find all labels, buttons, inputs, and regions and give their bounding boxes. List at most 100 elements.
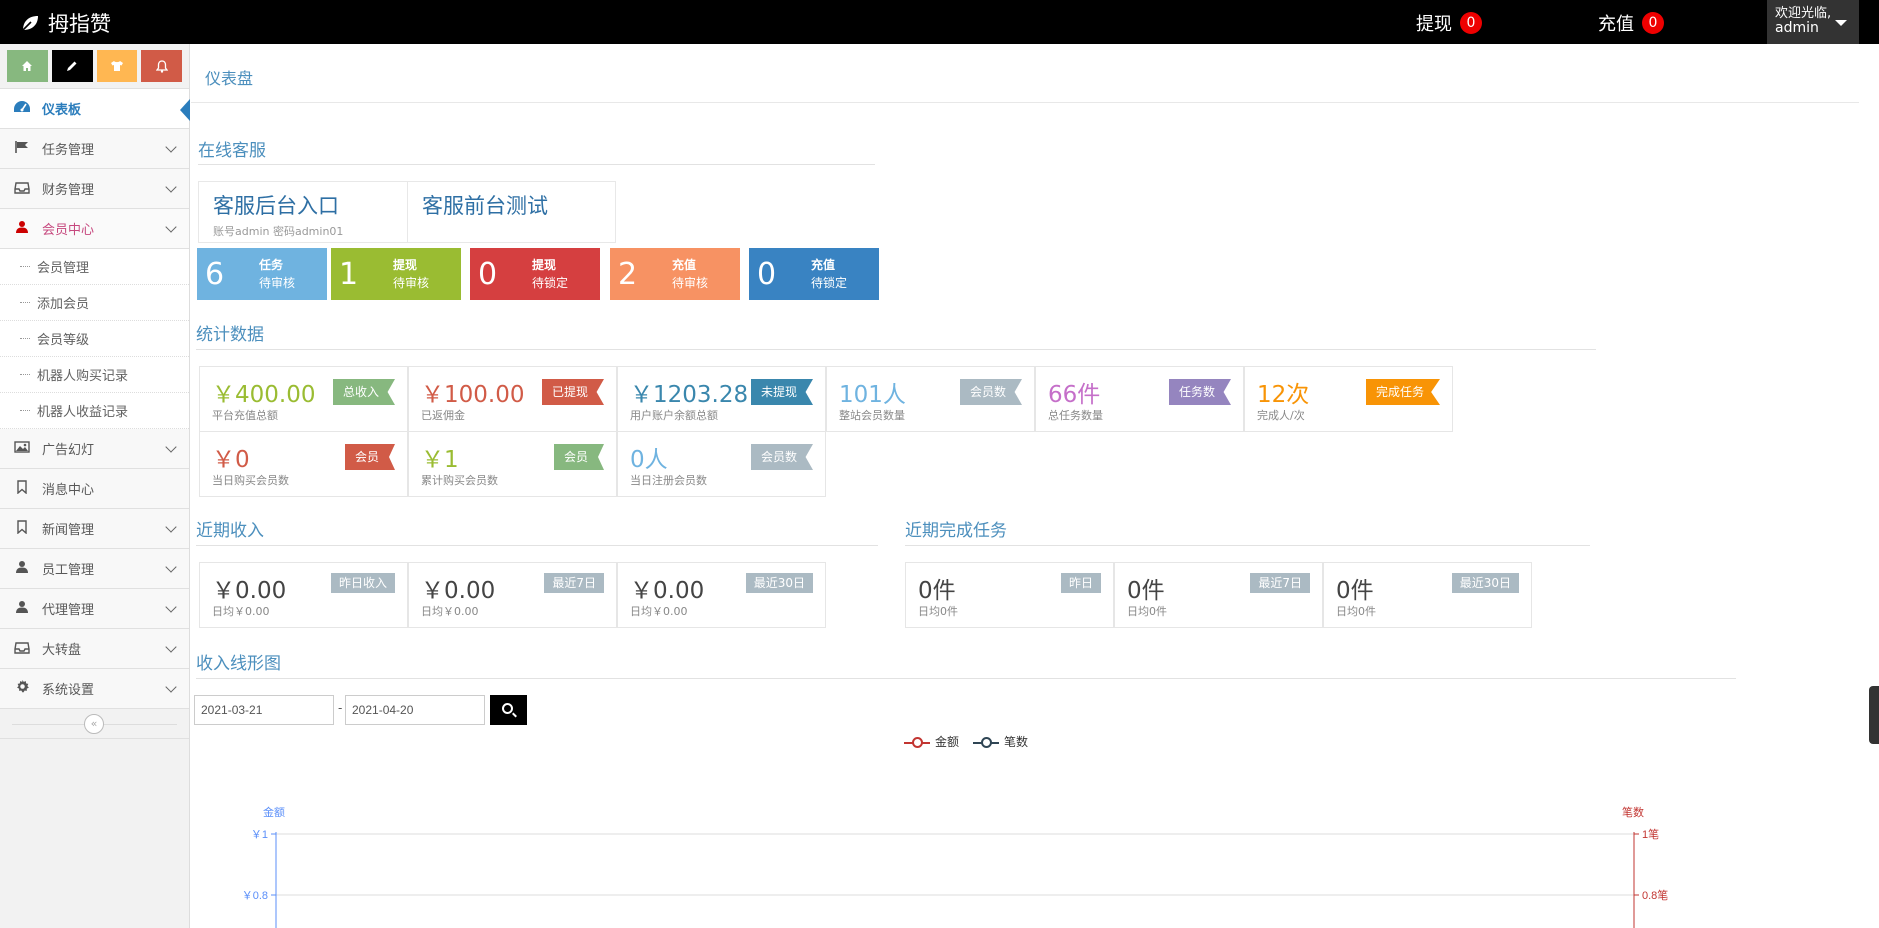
picture-icon <box>12 440 32 458</box>
user-menu[interactable]: 欢迎光临, admin <box>1767 0 1859 44</box>
brand-name: 拇指赞 <box>48 12 111 36</box>
date-from-input[interactable] <box>194 695 334 725</box>
shortcut-pencil[interactable] <box>51 50 93 82</box>
stat-label: 日均￥0.00 <box>421 605 479 618</box>
sidebar-item-settings[interactable]: 系统设置 <box>0 669 189 709</box>
legend-label: 金额 <box>935 735 960 749</box>
box-label: 充值 <box>811 258 836 272</box>
collapse-sidebar-button[interactable]: « <box>84 714 104 734</box>
cs-admin-title: 客服后台入口 <box>213 194 339 218</box>
stat-label: 完成人/次 <box>1257 409 1305 422</box>
sidebar-item-messages[interactable]: 消息中心 <box>0 469 189 509</box>
stat-label: 累计购买会员数 <box>421 474 498 487</box>
breadcrumb[interactable]: 仪表盘 <box>205 65 253 89</box>
search-icon <box>502 703 513 714</box>
stat-label: 已返佣金 <box>421 409 465 422</box>
pending-withdraw-box[interactable]: 1 提现 待审核 <box>331 248 461 300</box>
box-number: 0 <box>478 256 498 292</box>
date-separator: - <box>338 701 343 715</box>
sidebar-subitem-member-manage[interactable]: 会员管理 <box>0 249 189 285</box>
date-to-input[interactable] <box>345 695 485 725</box>
bookmark-icon <box>12 519 32 538</box>
stat-value: ￥1203.28 <box>630 382 749 408</box>
pending-tasks-box[interactable]: 6 任务 待审核 <box>197 248 327 300</box>
sidebar-item-wheel[interactable]: 大转盘 <box>0 629 189 669</box>
sidebar-item-label: 广告幻灯 <box>42 443 95 458</box>
chevron-down-icon <box>165 561 177 573</box>
stat-tag: 会员 <box>344 444 395 470</box>
bell-icon <box>155 59 168 73</box>
stat-value: 0件 <box>918 578 956 604</box>
cs-admin-box[interactable]: 客服后台入口 账号admin 密码admin01 <box>198 181 408 243</box>
stat-tag: 最近30日 <box>1451 573 1519 593</box>
legend-label: 笔数 <box>1004 735 1029 749</box>
sidebar-subitem-robot-income[interactable]: 机器人收益记录 <box>0 393 189 429</box>
sidebar: 仪表板 任务管理 财务管理 会员中心 会员管理 添加会员 会员等级 机器人购买记… <box>0 44 190 928</box>
side-widget-handle[interactable] <box>1869 686 1879 744</box>
sidebar-item-dashboard[interactable]: 仪表板 <box>0 89 190 129</box>
line-chart: ￥1￥0.8￥0.61笔0.8笔0.6笔 <box>242 827 1668 928</box>
chevron-down-icon <box>165 641 177 653</box>
stat-label: 总任务数量 <box>1048 409 1103 422</box>
sidebar-item-news[interactable]: 新闻管理 <box>0 509 189 549</box>
legend-line-icon <box>904 736 930 748</box>
sidebar-subitem-member-level[interactable]: 会员等级 <box>0 321 189 357</box>
income-30days: ￥0.00 日均￥0.00 最近30日 <box>617 562 826 628</box>
stat-value: ￥0.00 <box>630 578 705 604</box>
sidebar-item-label: 会员中心 <box>42 223 95 238</box>
sidebar-item-tasks[interactable]: 任务管理 <box>0 129 189 169</box>
sidebar-item-agents[interactable]: 代理管理 <box>0 589 189 629</box>
sidebar-subitem-add-member[interactable]: 添加会员 <box>0 285 189 321</box>
stat-label: 用户账户余额总额 <box>630 409 718 422</box>
user-icon <box>12 220 32 238</box>
divider <box>196 349 1596 350</box>
divider <box>196 678 1736 679</box>
box-sublabel: 待锁定 <box>811 276 848 290</box>
stat-tag: 会员数 <box>750 444 813 470</box>
sidebar-item-label: 大转盘 <box>42 643 82 658</box>
withdraw-badge: 0 <box>1460 12 1482 34</box>
stat-today-register: 0人 当日注册会员数 会员数 <box>617 431 826 497</box>
recharge-badge: 0 <box>1642 12 1664 34</box>
locked-recharge-box[interactable]: 0 充值 待锁定 <box>749 248 879 300</box>
sidebar-item-finance[interactable]: 财务管理 <box>0 169 189 209</box>
sidebar-subitem-robot-purchase[interactable]: 机器人购买记录 <box>0 357 189 393</box>
cs-front-box[interactable]: 客服前台测试 <box>407 181 616 243</box>
stat-value: 0件 <box>1336 578 1374 604</box>
sidebar-item-ads[interactable]: 广告幻灯 <box>0 429 189 469</box>
pencil-icon <box>67 61 77 71</box>
withdraw-link[interactable]: 提现 0 <box>1416 10 1482 36</box>
shortcut-shirt[interactable] <box>96 50 138 82</box>
search-button[interactable] <box>490 695 527 725</box>
divider <box>198 164 875 165</box>
sidebar-item-label: 新闻管理 <box>42 523 95 538</box>
stat-value: ￥0.00 <box>421 578 496 604</box>
recharge-link[interactable]: 充值 0 <box>1598 10 1664 36</box>
stat-tag: 昨日 <box>1060 573 1101 593</box>
legend-item-amount[interactable]: 金额 <box>904 733 959 750</box>
sidebar-shortcuts <box>0 44 189 89</box>
shirt-icon <box>110 61 123 71</box>
stat-value: 101人 <box>839 382 906 408</box>
sidebar-item-label: 代理管理 <box>42 603 95 618</box>
stat-tag: 会员数 <box>959 379 1022 405</box>
stat-value: ￥0.00 <box>212 578 287 604</box>
sidebar-collapse-bar: « <box>0 709 189 739</box>
income-yesterday: ￥0.00 日均￥0.00 昨日收入 <box>199 562 408 628</box>
stat-value: 0件 <box>1127 578 1165 604</box>
sidebar-item-members[interactable]: 会员中心 <box>0 209 189 249</box>
chart-legend: 金额 笔数 <box>904 733 1028 750</box>
pending-recharge-box[interactable]: 2 充值 待审核 <box>610 248 740 300</box>
shortcut-home[interactable] <box>7 50 48 82</box>
locked-withdraw-box[interactable]: 0 提现 待锁定 <box>470 248 600 300</box>
brand[interactable]: 拇指赞 <box>20 8 111 38</box>
withdraw-label: 提现 <box>1416 14 1452 35</box>
box-label: 提现 <box>532 258 557 272</box>
shortcut-bell[interactable] <box>141 50 182 82</box>
legend-item-count[interactable]: 笔数 <box>973 733 1028 750</box>
online-service-title: 在线客服 <box>198 141 266 161</box>
box-label: 提现 <box>393 258 418 272</box>
sidebar-item-staff[interactable]: 员工管理 <box>0 549 189 589</box>
welcome-text: 欢迎光临, <box>1775 6 1832 21</box>
divider <box>196 545 878 546</box>
